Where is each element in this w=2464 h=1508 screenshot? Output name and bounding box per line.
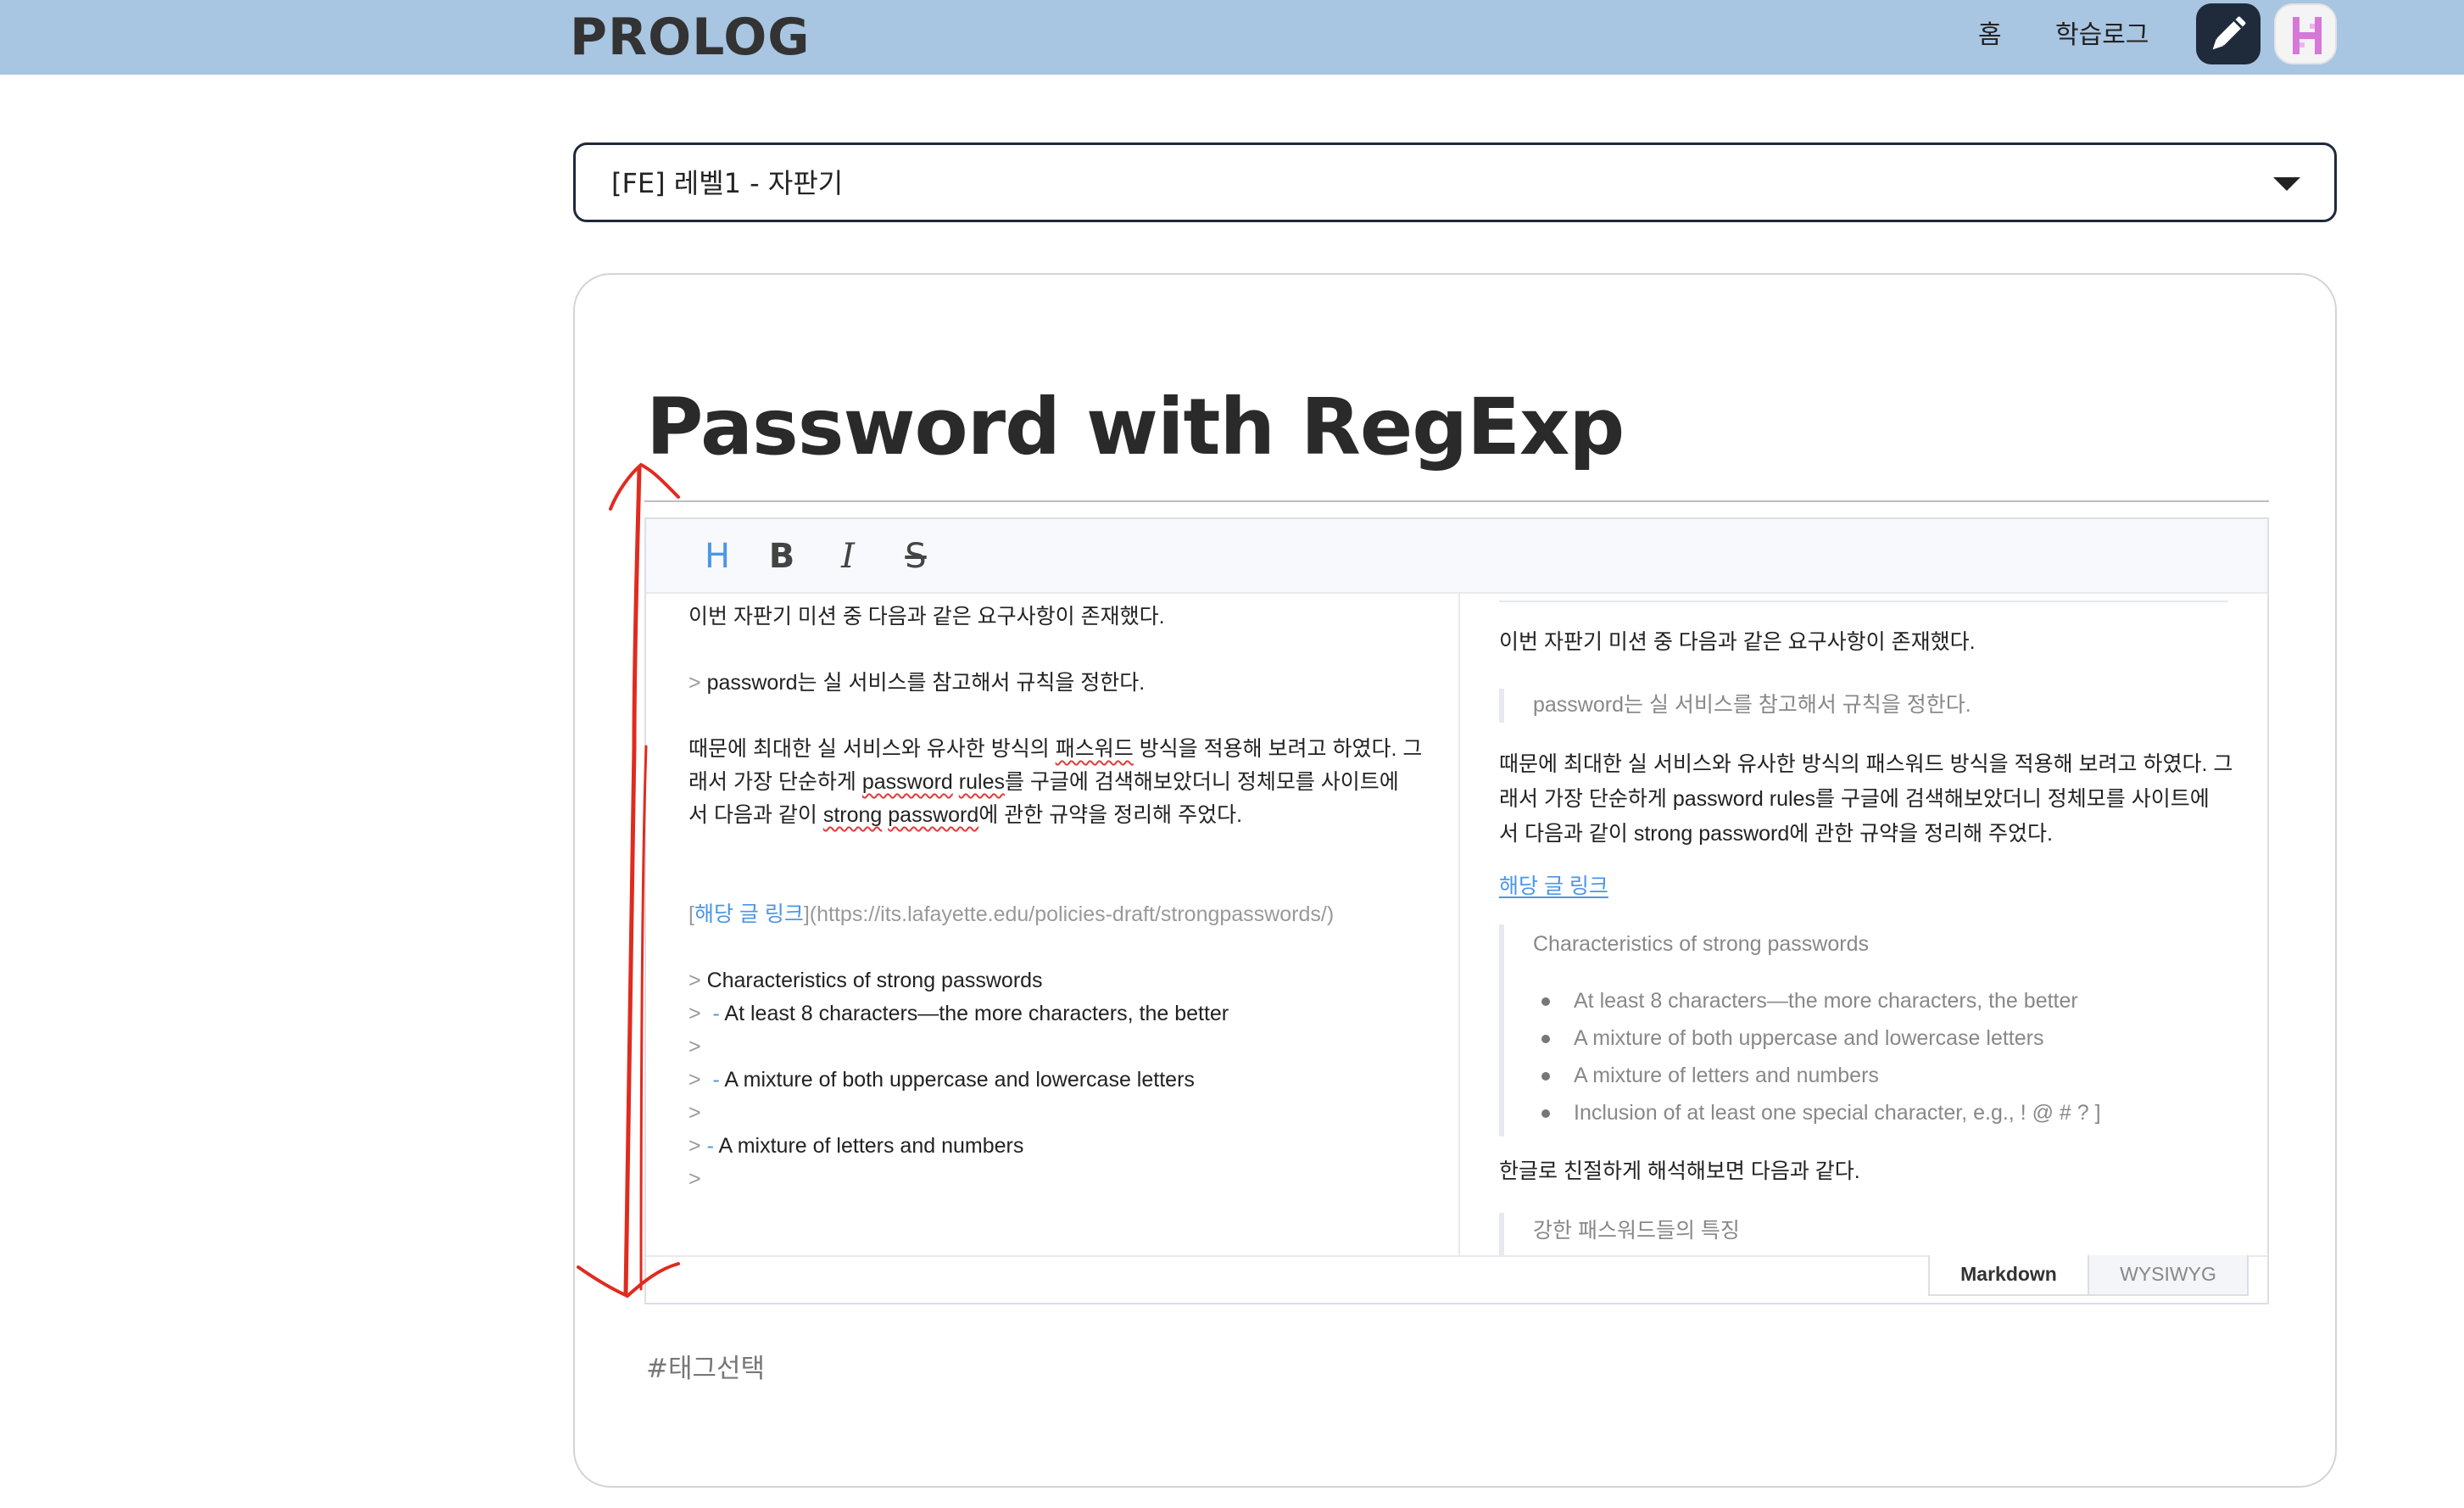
mission-select[interactable]: [FE] 레벨1 - 자판기 <box>573 142 2337 222</box>
md-line: 이번 자판기 미션 중 다음과 같은 요구사항이 존재했다. <box>688 605 1165 628</box>
top-header: PROLOG 홈 학습로그 <box>0 0 2464 75</box>
preview-paragraph: 때문에 최대한 실 서비스와 유사한 방식의 패스워드 방식을 적용해 보려고 … <box>1499 752 2233 776</box>
markdown-mode-tab[interactable]: Markdown <box>1928 1255 2089 1296</box>
bullet-dot <box>1541 1072 1550 1081</box>
heading-button[interactable]: H <box>694 533 741 580</box>
markdown-editor: H B I S 이번 자판기 미션 중 다음과 같은 요구사항이 존재했다. >… <box>644 517 2269 1304</box>
preview-list-item: At least 8 characters—the more character… <box>1574 989 2078 1013</box>
md-quote-line: > - At least 8 characters—the more chara… <box>688 1002 1229 1025</box>
preview-link-row: 해당 글 링크 <box>1499 868 1608 904</box>
title-divider <box>644 500 2269 502</box>
pencil-icon <box>2212 16 2246 50</box>
bullet-dot <box>1541 1109 1550 1118</box>
editor-toolbar: H B I S <box>646 519 2267 594</box>
preview-blockquote: 강한 패스워드들의 특징 <box>1533 1219 1740 1243</box>
editor-mode-bar: Markdown WYSIWYG <box>646 1255 2267 1303</box>
bullet-dot <box>1541 1035 1550 1043</box>
md-quote-line: > Characteristics of strong passwords <box>688 969 1043 992</box>
blockquote-bar <box>1499 1213 1504 1255</box>
nav-home-link[interactable]: 홈 <box>1978 17 2002 54</box>
preview-paragraph: 서 다음과 같이 strong password에 관한 규약을 정리해 주었다… <box>1499 822 2053 846</box>
write-post-button[interactable] <box>2196 3 2261 64</box>
bold-button[interactable]: B <box>758 533 806 580</box>
preview-paragraph: 래서 가장 단순하게 password rules를 구글에 검색해보았더니 정… <box>1499 787 2210 811</box>
md-paragraph-line: 래서 가장 단순하게 password rules를 구글에 검색해보았더니 정… <box>688 770 1399 794</box>
preview-list-item: A mixture of both uppercase and lowercas… <box>1574 1026 2044 1050</box>
bullet-dot <box>1541 997 1550 1006</box>
md-link-line: [해당 글 링크](https://its.lafayette.edu/poli… <box>688 902 1335 926</box>
wysiwyg-mode-tab[interactable]: WYSIWYG <box>2088 1255 2249 1296</box>
blockquote-bar <box>1499 689 1504 723</box>
preview-paragraph: 한글로 친절하게 해석해보면 다음과 같다. <box>1499 1159 1860 1183</box>
user-avatar[interactable] <box>2274 3 2337 64</box>
italic-button[interactable]: I <box>824 533 872 580</box>
md-quote-line: > <box>688 1035 701 1058</box>
blockquote-bar <box>1499 924 1504 1137</box>
prolog-logo[interactable]: PROLOG <box>570 8 811 66</box>
nav-study-log-link[interactable]: 학습로그 <box>2055 17 2149 54</box>
preview-article-link[interactable]: 해당 글 링크 <box>1499 874 1608 898</box>
md-quote-line: > password는 실 서비스를 참고해서 규칙을 정한다. <box>688 671 1146 695</box>
preview-list-item: Inclusion of at least one special charac… <box>1574 1101 2101 1125</box>
strike-button[interactable]: S <box>892 533 939 580</box>
mission-select-value: [FE] 레벨1 - 자판기 <box>611 167 844 199</box>
markdown-pane[interactable]: 이번 자판기 미션 중 다음과 같은 요구사항이 존재했다. > passwor… <box>646 594 1458 1255</box>
md-quote-line: > <box>688 1167 701 1191</box>
md-quote-line: > - A mixture of letters and numbers <box>688 1134 1024 1158</box>
pixel-avatar-icon <box>2293 17 2322 54</box>
post-title-input[interactable]: Password with RegExp <box>646 377 1625 478</box>
preview-rule <box>1499 600 2228 602</box>
preview-blockquote: Characteristics of strong passwords <box>1533 932 1869 956</box>
post-editor-card: Password with RegExp H B I S 이번 자판기 미션 중… <box>573 273 2337 1488</box>
preview-pane: 이번 자판기 미션 중 다음과 같은 요구사항이 존재했다. password는… <box>1460 594 2267 1255</box>
md-quote-line: > <box>688 1101 701 1125</box>
preview-paragraph: 이번 자판기 미션 중 다음과 같은 요구사항이 존재했다. <box>1499 630 1976 654</box>
preview-list-item: A mixture of letters and numbers <box>1574 1064 1879 1087</box>
md-paragraph-line: 서 다음과 같이 strong password에 관한 규약을 정리해 주었다… <box>688 803 1243 827</box>
md-paragraph-line: 때문에 최대한 실 서비스와 유사한 방식의 패스워드 방식을 적용해 보려고 … <box>688 737 1423 761</box>
chevron-down-icon <box>2273 177 2300 191</box>
md-quote-line: > - A mixture of both uppercase and lowe… <box>688 1068 1195 1092</box>
preview-blockquote: password는 실 서비스를 참고해서 규칙을 정한다. <box>1533 693 1971 717</box>
tag-select-input[interactable]: #태그선택 <box>646 1350 765 1388</box>
